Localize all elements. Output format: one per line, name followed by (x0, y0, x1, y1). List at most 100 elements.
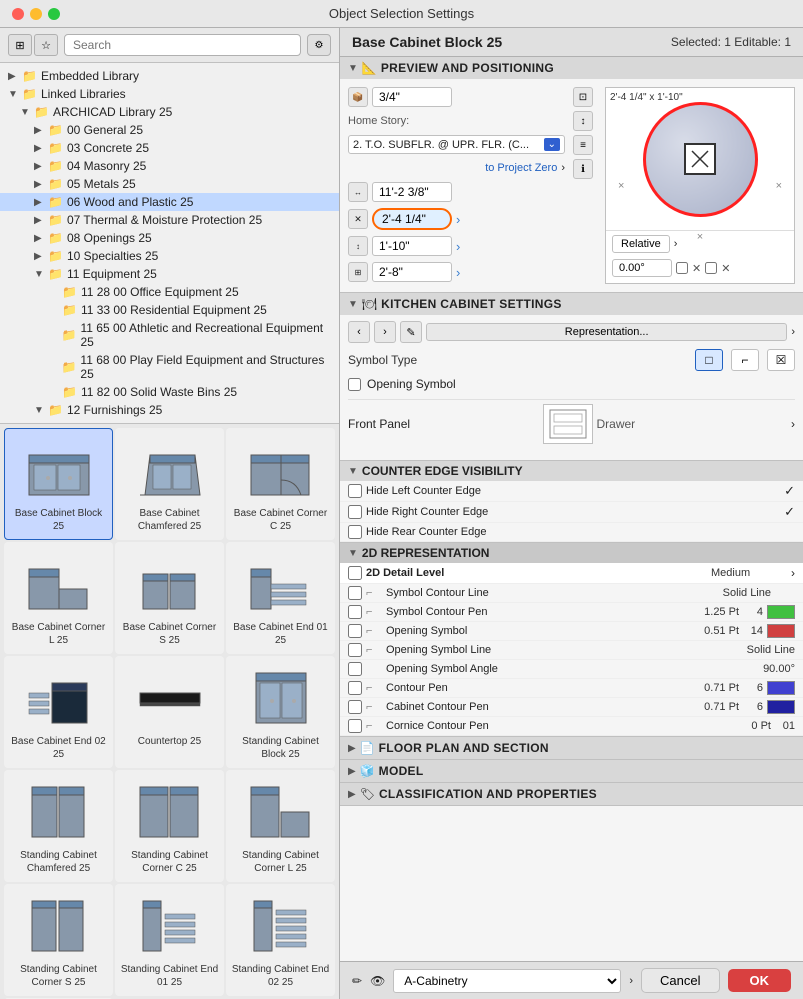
height-arrow[interactable]: › (456, 212, 460, 227)
search-input[interactable] (64, 34, 301, 56)
to-project-link[interactable]: to Project Zero (485, 162, 557, 174)
angle-checkbox-1[interactable] (676, 262, 688, 274)
counter-edge-right-checkbox[interactable] (348, 505, 362, 519)
thumbnail-standing-cabinet-corner-l[interactable]: Standing Cabinet Corner L 25 (226, 770, 335, 882)
layer-select[interactable]: A-Cabinetry (393, 969, 621, 993)
angle-input[interactable] (612, 259, 672, 277)
close-button[interactable] (12, 8, 24, 20)
front-panel-arrow[interactable]: › (791, 417, 795, 431)
nav-edit-button[interactable]: ✎ (400, 321, 422, 343)
kitchen-section-header[interactable]: ▼ 🍽 KITCHEN CABINET SETTINGS (340, 293, 803, 315)
symbol-btn-line[interactable]: ⌐ (731, 349, 759, 371)
cabinet-icon (135, 896, 205, 956)
settings-icon[interactable]: ⚙ (307, 34, 331, 56)
thumbnail-standing-cabinet-end-01[interactable]: Standing Cabinet End 01 25 (115, 884, 224, 996)
nav-prev-button[interactable]: ‹ (348, 321, 370, 343)
detail-level-arrow[interactable]: › (791, 566, 795, 580)
row-checkbox-2[interactable] (348, 624, 362, 638)
row-swatch-5[interactable] (767, 681, 795, 695)
tree-item-08-openings[interactable]: ▶ 📁 08 Openings 25 (0, 229, 339, 247)
thumbnail-standing-cabinet-end-02[interactable]: Standing Cabinet End 02 25 (226, 884, 335, 996)
thumbnail-base-cabinet-corner-s[interactable]: Base Cabinet Corner S 25 (115, 542, 224, 654)
maximize-button[interactable] (48, 8, 60, 20)
depth2-input[interactable] (372, 236, 452, 256)
detail-level-checkbox[interactable] (348, 566, 362, 580)
symbol-btn-x[interactable]: ☒ (767, 349, 795, 371)
classification-header[interactable]: ▶ 🏷 CLASSIFICATION AND PROPERTIES (340, 783, 803, 805)
floor-plan-header[interactable]: ▶ 📄 FLOOR PLAN AND SECTION (340, 737, 803, 759)
thumbnail-base-cabinet-corner-c[interactable]: Base Cabinet Corner C 25 (226, 428, 335, 540)
representation-button[interactable]: Representation... (426, 323, 787, 341)
row-swatch-2[interactable] (767, 624, 795, 638)
tree-item-1165[interactable]: 📁 11 65 00 Athletic and Recreational Equ… (0, 319, 339, 351)
thumbnail-base-cabinet-chamfered[interactable]: Base Cabinet Chamfered 25 (115, 428, 224, 540)
tree-item-1133[interactable]: 📁 11 33 00 Residential Equipment 25 (0, 301, 339, 319)
opening-symbol-checkbox[interactable] (348, 378, 361, 391)
row-checkbox-1[interactable] (348, 605, 362, 619)
thumbnail-base-cabinet-end-02[interactable]: Base Cabinet End 02 25 (4, 656, 113, 768)
depth-input[interactable] (372, 87, 452, 107)
row-checkbox-3[interactable] (348, 643, 362, 657)
tree-item-12-furnishings[interactable]: ▼ 📁 12 Furnishings 25 (0, 401, 339, 419)
row-checkbox-4[interactable] (348, 662, 362, 676)
nav-next-button[interactable]: › (374, 321, 396, 343)
thumbnail-base-cabinet-end-01[interactable]: Base Cabinet End 01 25 (226, 542, 335, 654)
minimize-button[interactable] (30, 8, 42, 20)
thumbnail-standing-cabinet-corner-c[interactable]: Standing Cabinet Corner C 25 (115, 770, 224, 882)
symbol-btn-rect[interactable]: □ (695, 349, 723, 371)
row-swatch-6[interactable] (767, 700, 795, 714)
thumbnail-standing-cabinet-block[interactable]: Standing Cabinet Block 25 (226, 656, 335, 768)
preview-section-header[interactable]: ▼ 📐 PREVIEW AND POSITIONING (340, 57, 803, 79)
star-icon[interactable]: ☆ (34, 34, 58, 56)
depth3-input[interactable] (372, 262, 452, 282)
tree-item-07-thermal[interactable]: ▶ 📁 07 Thermal & Moisture Protection 25 (0, 211, 339, 229)
side-icon-2[interactable]: ↕ (573, 111, 593, 131)
rep-arrow[interactable]: › (791, 326, 795, 338)
angle-checkbox-2[interactable] (705, 262, 717, 274)
model-header[interactable]: ▶ 🧊 MODEL (340, 760, 803, 782)
tree-item-1182[interactable]: 📁 11 82 00 Solid Waste Bins 25 (0, 383, 339, 401)
counter-edge-rear-checkbox[interactable] (348, 525, 362, 539)
cancel-button[interactable]: Cancel (641, 968, 719, 993)
thumbnail-standing-cabinet-chamfered[interactable]: Standing Cabinet Chamfered 25 (4, 770, 113, 882)
side-icon-4[interactable]: ℹ (573, 159, 593, 179)
row-checkbox-6[interactable] (348, 700, 362, 714)
relative-button[interactable]: Relative (612, 235, 670, 253)
row-checkbox-7[interactable] (348, 719, 362, 733)
tree-item-archicad-library[interactable]: ▼ 📁 ARCHICAD Library 25 (0, 103, 339, 121)
height-input[interactable] (372, 208, 452, 230)
thumbnail-label: Base Cabinet Corner S 25 (120, 621, 219, 647)
layer-arrow[interactable]: › (629, 975, 633, 987)
tree-item-06-wood[interactable]: ▶ 📁 06 Wood and Plastic 25 (0, 193, 339, 211)
tree-item-11-equipment[interactable]: ▼ 📁 11 Equipment 25 (0, 265, 339, 283)
row-swatch-1[interactable] (767, 605, 795, 619)
story-select-arrow[interactable]: ⌄ (544, 138, 560, 151)
thumbnail-base-cabinet-corner-l[interactable]: Base Cabinet Corner L 25 (4, 542, 113, 654)
tree-item-05-metals[interactable]: ▶ 📁 05 Metals 25 (0, 175, 339, 193)
tree-item-00-general[interactable]: ▶ 📁 00 General 25 (0, 121, 339, 139)
thumbnail-base-cabinet-block[interactable]: Base Cabinet Block 25 (4, 428, 113, 540)
counter-edge-left-checkbox[interactable] (348, 484, 362, 498)
tree-item-10-specialties[interactable]: ▶ 📁 10 Specialties 25 (0, 247, 339, 265)
row-checkbox-5[interactable] (348, 681, 362, 695)
counter-edge-header[interactable]: ▼ COUNTER EDGE VISIBILITY (340, 461, 803, 481)
tree-item-1168[interactable]: 📁 11 68 00 Play Field Equipment and Stru… (0, 351, 339, 383)
ok-button[interactable]: OK (728, 969, 792, 992)
side-icon-1[interactable]: ⊡ (573, 87, 593, 107)
tree-item-03-concrete[interactable]: ▶ 📁 03 Concrete 25 (0, 139, 339, 157)
story-select[interactable]: 2. T.O. SUBFLR. @ UPR. FLR. (C... ⌄ (348, 135, 565, 154)
tree-item-embedded-library[interactable]: ▶ 📁 Embedded Library (0, 67, 339, 85)
2d-rep-header[interactable]: ▼ 2D REPRESENTATION (340, 543, 803, 563)
depth3-arrow[interactable]: › (456, 265, 460, 280)
nav-icon[interactable]: ⊞ (8, 34, 32, 56)
depth2-arrow[interactable]: › (456, 239, 460, 254)
folder-icon: 📁 (48, 267, 63, 281)
width-input[interactable] (372, 182, 452, 202)
side-icon-3[interactable]: ≡ (573, 135, 593, 155)
thumbnail-countertop[interactable]: Countertop 25 (115, 656, 224, 768)
tree-item-linked-libraries[interactable]: ▼ 📁 Linked Libraries (0, 85, 339, 103)
tree-item-04-masonry[interactable]: ▶ 📁 04 Masonry 25 (0, 157, 339, 175)
tree-item-1128[interactable]: 📁 11 28 00 Office Equipment 25 (0, 283, 339, 301)
thumbnail-standing-cabinet-corner-s[interactable]: Standing Cabinet Corner S 25 (4, 884, 113, 996)
row-checkbox-0[interactable] (348, 586, 362, 600)
